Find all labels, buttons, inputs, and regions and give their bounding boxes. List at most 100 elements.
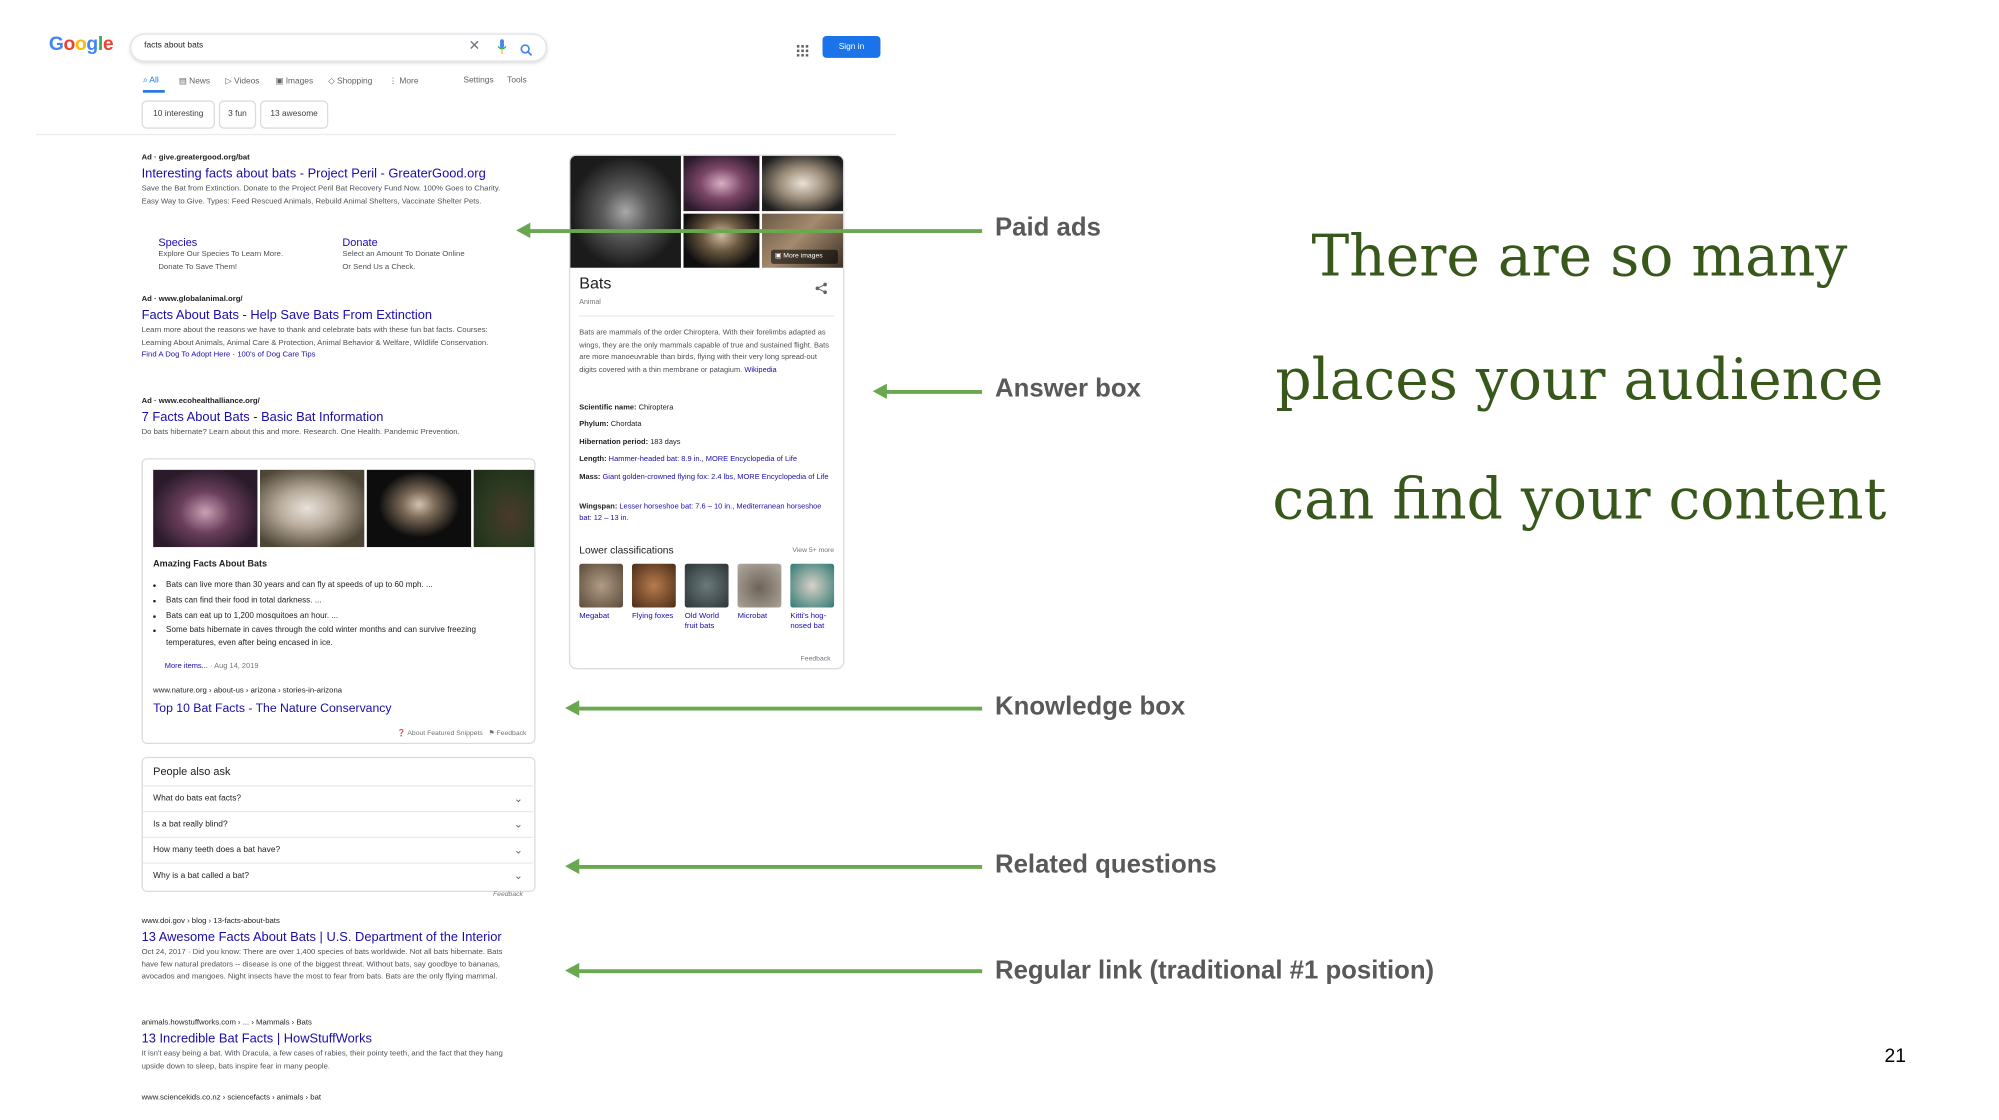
settings-link[interactable]: Settings xyxy=(463,76,493,85)
organic-result-2: animals.howstuffworks.com › ... › Mammal… xyxy=(142,1019,509,1073)
image-icon: ▣ xyxy=(774,252,782,261)
kp-photo-main[interactable] xyxy=(570,155,681,268)
bat-photo-4[interactable] xyxy=(473,469,535,548)
classification-flying-foxes[interactable]: Flying foxes xyxy=(632,563,676,622)
kp-fact: Hibernation period: 183 days xyxy=(579,438,834,450)
bat-photo-1[interactable] xyxy=(153,469,258,548)
wikipedia-link[interactable]: Wikipedia xyxy=(744,367,776,375)
search-box[interactable]: facts about bats ✕ xyxy=(130,33,548,63)
paa-question-text: Why is a bat called a bat? xyxy=(153,871,249,881)
answer-box-arrow xyxy=(872,383,983,400)
google-logo[interactable]: Google xyxy=(49,33,114,55)
sitelink-title[interactable]: Species xyxy=(158,236,287,249)
result-cite: www.doi.gov › blog › 13-facts-about-bats xyxy=(141,917,280,926)
tools-link[interactable]: Tools xyxy=(507,76,527,85)
apps-grid-icon[interactable] xyxy=(796,40,809,63)
ad-description: Save the Bat from Extinction. Donate to … xyxy=(141,185,501,206)
tab-all-label: All xyxy=(149,75,159,85)
tab-news[interactable]: ▤ News xyxy=(179,76,210,86)
more-items-link[interactable]: More items... xyxy=(165,663,208,671)
bat-photo-2[interactable] xyxy=(260,469,365,548)
chip-3-fun[interactable]: 3 fun xyxy=(218,100,257,129)
tab-more[interactable]: ⋮ More xyxy=(389,76,419,86)
microphone-icon[interactable] xyxy=(497,39,507,56)
search-input[interactable]: facts about bats xyxy=(144,41,203,50)
knowledge-box-arrow xyxy=(565,700,983,716)
help-icon: ❓ xyxy=(397,729,406,738)
fact-value: Chordata xyxy=(610,420,642,429)
kp-fact: Length: Hammer-headed bat: 8.9 in., MORE… xyxy=(579,454,834,466)
chevron-down-icon: ⌄ xyxy=(513,870,523,882)
view-more-link[interactable]: View 5+ more xyxy=(792,547,834,555)
featured-snippet: Amazing Facts About Bats Bats can live m… xyxy=(141,458,536,745)
tab-images[interactable]: ▣ Images xyxy=(275,76,313,86)
ad-description: Learn more about the reasons we have to … xyxy=(141,326,489,348)
tab-videos-label: Videos xyxy=(234,77,260,87)
paa-question[interactable]: How many teeth does a bat have? ⌄ xyxy=(142,836,533,863)
paa-heading: People also ask xyxy=(153,764,231,778)
tab-all-underline xyxy=(142,90,165,93)
paa-question[interactable]: Is a bat really blind? ⌄ xyxy=(142,810,533,837)
kp-feedback-link[interactable]: Feedback xyxy=(801,655,831,663)
classification-label: Megabat xyxy=(579,612,610,621)
ad-title-link[interactable]: Facts About Bats - Help Save Bats From E… xyxy=(142,309,509,323)
paid-ads-label: Paid ads xyxy=(995,213,1101,242)
ad-cite: Ad · www.globalanimal.org/ xyxy=(141,296,243,304)
paid-ads-arrow xyxy=(516,222,983,239)
sitelink-title[interactable]: Donate xyxy=(342,236,471,249)
bat-photo-3[interactable] xyxy=(366,469,472,548)
about-snippets-link[interactable]: About Featured Snippets xyxy=(407,730,482,738)
snippet-more-line: More items... · Aug 14, 2019 xyxy=(165,663,259,671)
paa-question[interactable]: What do bats eat facts? ⌄ xyxy=(142,785,533,811)
classification-kittis-bat[interactable]: Kitti's hog-nosed bat xyxy=(790,563,835,632)
paa-question-text: How many teeth does a bat have? xyxy=(153,845,281,855)
result-title-link[interactable]: 13 Awesome Facts About Bats | U.S. Depar… xyxy=(142,931,509,945)
clear-icon[interactable]: ✕ xyxy=(469,37,481,54)
knowledge-box-label: Knowledge box xyxy=(995,692,1186,721)
flying-foxes-thumbnail xyxy=(632,563,676,608)
paa-question[interactable]: Why is a bat called a bat? ⌄ xyxy=(142,862,533,888)
classification-label: Flying foxes xyxy=(632,612,674,621)
answer-box-label: Answer box xyxy=(995,374,1141,403)
kp-description: Bats are mammals of the order Chiroptera… xyxy=(579,328,834,377)
snippet-item: Some bats hibernate in caves through the… xyxy=(166,624,503,650)
more-images-button[interactable]: ▣ More images xyxy=(771,249,838,264)
kp-photo-3[interactable] xyxy=(762,155,844,212)
result-snippet: Oct 24, 2017 · Did you know: There are o… xyxy=(141,948,503,982)
kp-photo-2[interactable] xyxy=(683,155,760,212)
ad-title-link[interactable]: 7 Facts About Bats - Basic Bat Informati… xyxy=(142,411,509,425)
snippet-feedback-link[interactable]: Feedback xyxy=(497,730,527,738)
sitelink-desc: Explore Our Species To Learn More. Donat… xyxy=(158,251,284,272)
sitelink-species[interactable]: Species Explore Our Species To Learn Mor… xyxy=(158,236,287,275)
tab-videos[interactable]: ▷ Videos xyxy=(225,76,259,86)
search-icon[interactable] xyxy=(520,40,533,63)
tab-all[interactable]: ⌕ All xyxy=(143,76,159,86)
organic-result-1: www.doi.gov › blog › 13-facts-about-bats… xyxy=(142,918,509,985)
classification-megabat[interactable]: Megabat xyxy=(579,563,624,622)
chip-10-interesting[interactable]: 10 interesting xyxy=(141,100,215,129)
snippet-item: Bats can eat up to 1,200 mosquitoes an h… xyxy=(166,609,503,624)
sitelink-desc: Select an Amount To Donate Online Or Sen… xyxy=(342,251,465,272)
headline-line-2: places your audience xyxy=(1275,347,1884,414)
paa-feedback-link[interactable]: Feedback xyxy=(493,891,523,899)
result-title-link[interactable]: 13 Incredible Bat Facts | HowStuffWorks xyxy=(142,1032,509,1046)
ad-extra-links[interactable]: Find A Dog To Adopt Here · 100's of Dog … xyxy=(142,350,509,362)
tab-shopping[interactable]: ◇ Shopping xyxy=(328,76,372,86)
kp-fact: Mass: Giant golden-crowned flying fox: 2… xyxy=(579,472,834,484)
ad-title-link[interactable]: Interesting facts about bats - Project P… xyxy=(142,167,509,181)
classification-old-world-fruit-bats[interactable]: Old World fruit bats xyxy=(684,563,729,632)
fact-label: Length: xyxy=(579,455,607,464)
chip-13-awesome[interactable]: 13 awesome xyxy=(260,100,329,129)
tab-news-label: News xyxy=(189,77,211,87)
kp-photo-4[interactable] xyxy=(683,213,760,268)
snippet-item: Bats can find their food in total darkne… xyxy=(166,593,503,608)
kp-fact: Scientific name: Chiroptera xyxy=(579,403,834,415)
tab-images-label: Images xyxy=(285,77,314,87)
share-icon[interactable] xyxy=(815,278,828,301)
sitelink-donate[interactable]: Donate Select an Amount To Donate Online… xyxy=(342,236,471,275)
slide-number: 21 xyxy=(1884,1045,1906,1068)
sign-in-button[interactable]: Sign in xyxy=(822,36,881,58)
flag-icon: ⚑ xyxy=(488,729,495,738)
classification-microbat[interactable]: Microbat xyxy=(737,563,782,622)
snippet-title-link[interactable]: Top 10 Bat Facts - The Nature Conservanc… xyxy=(153,702,391,716)
